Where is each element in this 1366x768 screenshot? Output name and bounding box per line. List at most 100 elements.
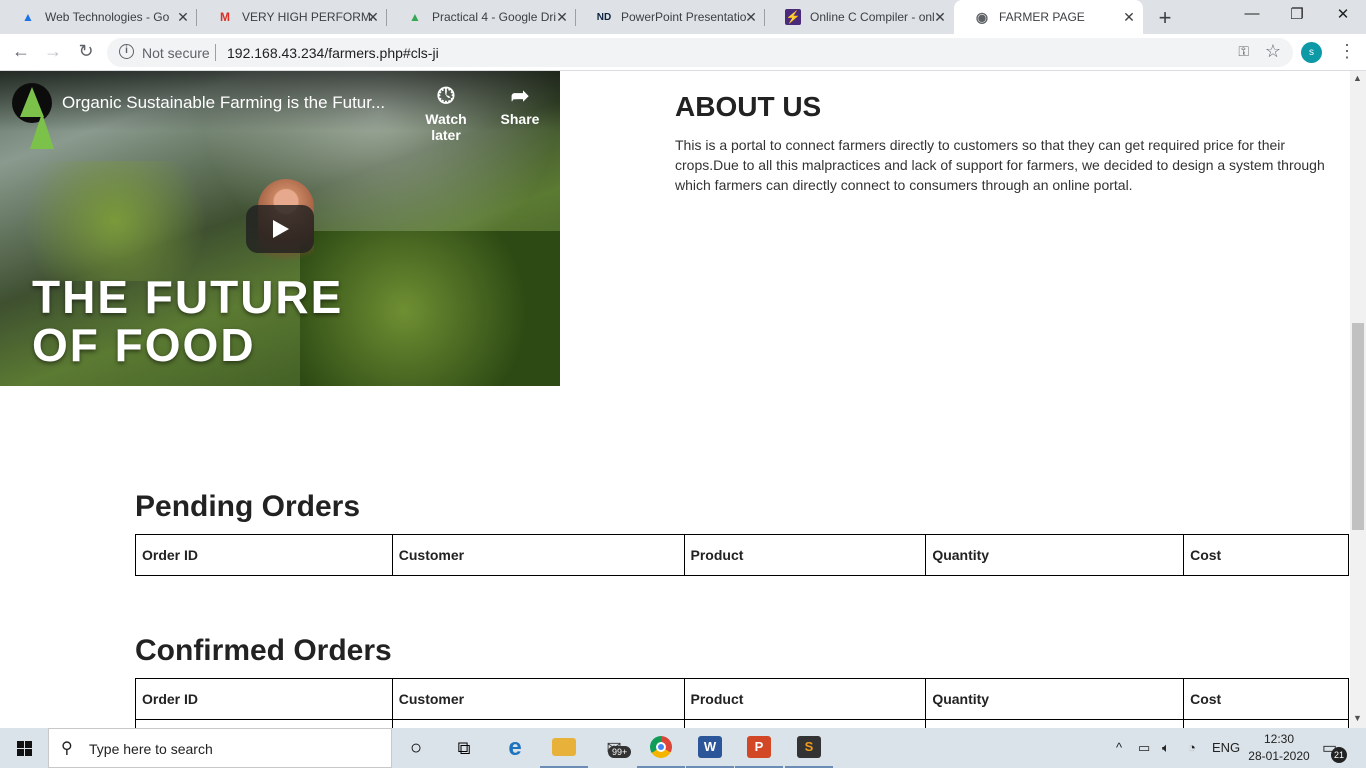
powerpoint-icon[interactable]: P (735, 728, 783, 768)
browser-toolbar: ← → ↻ i Not secure 192.168.43.234/farmer… (0, 34, 1366, 71)
pending-orders-table: Order ID Customer Product Quantity Cost (135, 534, 1349, 576)
tab-label: Web Technologies - Go (45, 10, 170, 24)
column-customer: Customer (391, 534, 685, 576)
taskbar-clock[interactable]: 12:30 28-01-2020 (1244, 731, 1314, 765)
chrome-icon[interactable] (637, 728, 685, 768)
close-window-button[interactable]: ✕ (1320, 5, 1366, 23)
url-text[interactable]: 192.168.43.234/farmers.php#cls-ji (227, 45, 439, 61)
taskbar-search[interactable]: ⚲ Type here to search (48, 728, 392, 768)
key-icon[interactable]: ⚿ (1238, 43, 1249, 60)
scrollbar-thumb[interactable] (1352, 323, 1364, 530)
forward-button[interactable]: → (42, 41, 64, 62)
tab-practical-4[interactable]: ▲ Practical 4 - Google Dri ✕ (387, 0, 576, 34)
notification-center-icon[interactable]: ▭ 21 (1322, 738, 1347, 763)
edge-icon[interactable]: e (491, 728, 539, 768)
column-order-id: Order ID (135, 534, 393, 576)
windows-icon (17, 741, 32, 756)
scroll-down-icon[interactable]: ▼ (1353, 713, 1362, 723)
tab-online-c-compiler[interactable]: ⚡ Online C Compiler - onl ✕ (765, 0, 954, 34)
overlay-line: THE FUTURE (32, 271, 344, 323)
new-tab-button[interactable]: + (1154, 5, 1176, 31)
star-icon[interactable]: ☆ (1265, 41, 1281, 62)
youtube-video-embed[interactable]: Organic Sustainable Farming is the Futur… (0, 71, 560, 386)
file-explorer-icon[interactable] (540, 728, 588, 768)
task-view-icon[interactable]: ⧉ (440, 728, 488, 768)
video-overlay-text: THE FUTURE OF FOOD (32, 273, 343, 369)
google-drive-icon: ▲ (409, 10, 421, 24)
close-icon[interactable]: ✕ (932, 9, 948, 26)
search-icon: ⚲ (61, 740, 73, 757)
column-cost: Cost (1183, 678, 1349, 720)
menu-icon[interactable]: ⋮ (1338, 41, 1356, 62)
sublime-text-icon[interactable]: S (785, 728, 833, 768)
wifi-icon[interactable]: ◔ (1188, 740, 1196, 755)
about-heading: ABOUT US (675, 91, 822, 122)
share-button[interactable]: ➦ Share (485, 83, 555, 127)
notre-dame-icon: ND (596, 11, 612, 23)
tab-very-high-performa[interactable]: M VERY HIGH PERFORMA ✕ (197, 0, 387, 34)
tab-label: FARMER PAGE (999, 10, 1085, 24)
reload-button[interactable]: ↻ (75, 41, 97, 62)
clock-icon: 🕓︎ (437, 83, 455, 108)
tab-powerpoint-presentation[interactable]: ND PowerPoint Presentatio ✕ (576, 0, 765, 34)
search-placeholder: Type here to search (89, 741, 213, 757)
cortana-icon[interactable]: ○ (392, 728, 440, 768)
address-bar[interactable]: i Not secure 192.168.43.234/farmers.php#… (107, 38, 1293, 67)
share-icon: ➦ (510, 83, 530, 108)
confirmed-orders-table: Order ID Customer Product Quantity Cost (135, 678, 1349, 728)
compiler-icon: ⚡ (785, 9, 801, 25)
battery-icon[interactable]: ▭ (1138, 740, 1150, 756)
column-cost: Cost (1183, 534, 1349, 576)
about-text: This is a portal to connect farmers dire… (675, 137, 1325, 193)
column-quantity: Quantity (925, 534, 1185, 576)
table-cell (135, 719, 393, 728)
gmail-icon: M (220, 10, 230, 24)
volume-icon[interactable]: 🔈︎ (1162, 740, 1170, 756)
watch-later-button[interactable]: 🕓︎ Watch later (411, 83, 481, 143)
column-customer: Customer (391, 678, 685, 720)
start-button[interactable] (0, 728, 48, 768)
tab-farmer-page[interactable]: ◉ FARMER PAGE ✕ (954, 0, 1143, 34)
tab-web-technologies[interactable]: ▲ Web Technologies - Go ✕ (0, 0, 197, 34)
globe-icon: ◉ (975, 8, 989, 25)
mail-icon[interactable]: ✉ 99+ (590, 728, 638, 768)
page-scrollbar[interactable]: ▲ ▼ (1350, 71, 1366, 728)
mail-badge: 99+ (608, 746, 632, 758)
language-indicator[interactable]: ENG (1212, 740, 1240, 755)
close-icon[interactable]: ✕ (554, 9, 570, 26)
table-header-row: Order ID Customer Product Quantity Cost (135, 534, 1349, 576)
close-icon[interactable]: ✕ (365, 9, 381, 26)
back-button[interactable]: ← (10, 41, 32, 62)
video-title[interactable]: Organic Sustainable Farming is the Futur… (62, 93, 385, 113)
play-button[interactable] (246, 205, 314, 253)
tab-label: Practical 4 - Google Dri (432, 10, 557, 24)
show-hidden-icons-icon[interactable]: ^ (1116, 740, 1122, 755)
minimize-button[interactable]: — (1229, 5, 1275, 22)
pending-orders-heading: Pending Orders (135, 490, 361, 523)
confirmed-orders-heading: Confirmed Orders (135, 634, 392, 667)
windows-taskbar: ⚲ Type here to search ○ ⧉ e ✉ 99+ W P S … (0, 728, 1366, 768)
share-label: Share (500, 111, 540, 127)
word-icon[interactable]: W (686, 728, 734, 768)
tab-label: Online C Compiler - onl (810, 10, 935, 24)
tab-label: VERY HIGH PERFORMA (242, 10, 372, 24)
restore-button[interactable]: ❐ (1274, 5, 1320, 23)
column-product: Product (683, 534, 927, 576)
clock-date: 28-01-2020 (1248, 749, 1310, 763)
table-row (135, 719, 1349, 728)
google-drive-icon: ▲ (22, 10, 34, 24)
table-cell (925, 719, 1185, 728)
profile-avatar[interactable]: s (1301, 42, 1322, 63)
divider (215, 44, 216, 61)
close-icon[interactable]: ✕ (175, 9, 191, 26)
info-icon[interactable]: i (119, 44, 134, 59)
column-product: Product (683, 678, 927, 720)
browser-tab-bar: ▲ Web Technologies - Go ✕ M VERY HIGH PE… (0, 0, 1366, 34)
column-quantity: Quantity (925, 678, 1185, 720)
close-icon[interactable]: ✕ (743, 9, 759, 26)
play-icon (273, 220, 289, 238)
table-cell (1183, 719, 1349, 728)
scroll-up-icon[interactable]: ▲ (1353, 73, 1362, 83)
column-order-id: Order ID (135, 678, 393, 720)
close-icon[interactable]: ✕ (1121, 9, 1137, 26)
